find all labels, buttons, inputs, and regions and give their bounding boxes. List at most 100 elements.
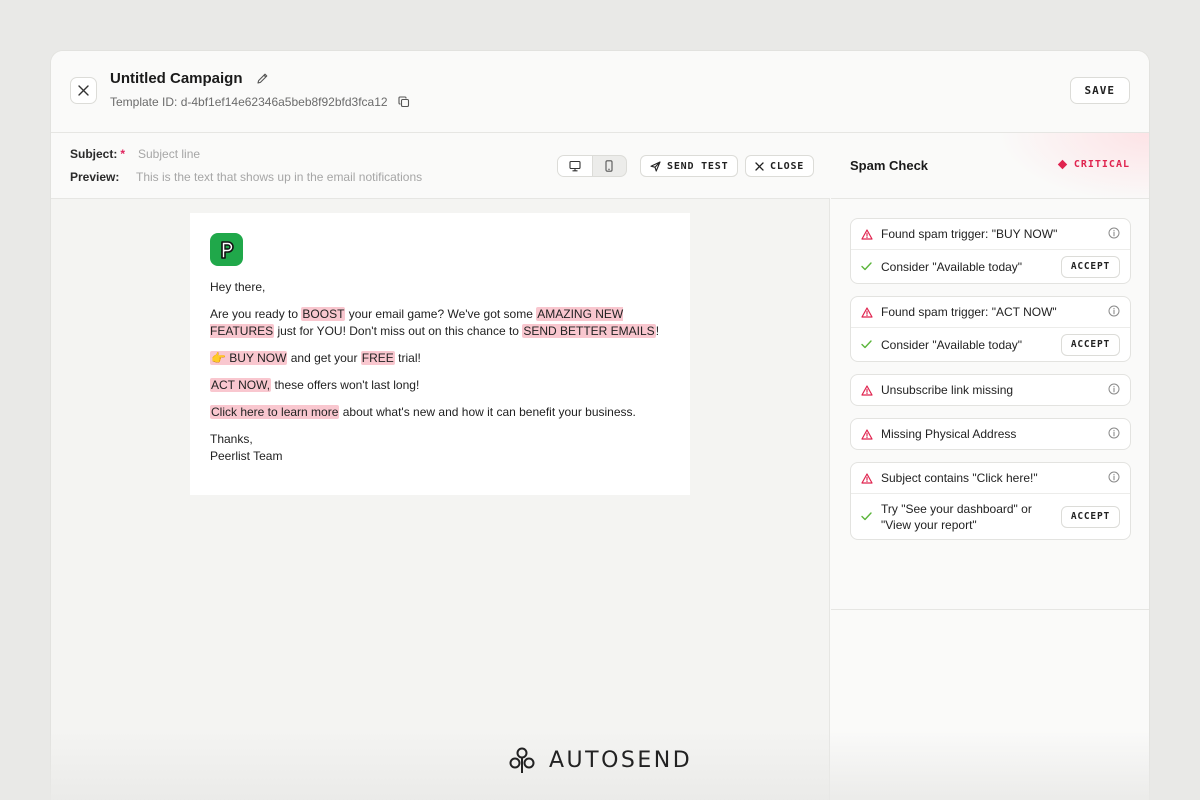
copy-template-id-button[interactable]	[398, 96, 410, 108]
text: about what's new and how it can benefit …	[339, 405, 636, 419]
text: your email game? We've got some	[345, 307, 537, 321]
critical-diamond-icon	[1057, 159, 1068, 170]
device-preview-toggle	[557, 155, 627, 177]
text: Unsubscribe	[881, 383, 948, 397]
email-paragraph-4: Click here to learn more about what's ne…	[210, 404, 670, 421]
campaign-editor-window: Untitled Campaign Template ID: d-4bf1ef1…	[51, 51, 1149, 800]
warning-icon	[861, 384, 873, 396]
checkmark-icon	[861, 340, 872, 349]
text: "View your report"	[881, 517, 977, 532]
issue-text: Found spam trigger: "ACT NOW"	[879, 304, 1108, 320]
text: and get your	[287, 351, 361, 365]
close-icon	[78, 85, 89, 96]
subject-label: Subject: *	[70, 147, 125, 161]
severity-label: CRITICAL	[1073, 159, 1130, 170]
text: Are you ready to	[210, 307, 302, 321]
desktop-view-button[interactable]	[558, 156, 593, 176]
text: Consider	[881, 337, 933, 352]
campaign-title: Untitled Campaign	[110, 70, 243, 87]
spam-issue: Missing Physical Address	[850, 418, 1131, 450]
suggestion-text: Consider "Available today"	[879, 259, 1061, 275]
info-icon	[1108, 427, 1120, 438]
email-editor-pane: Subject: * Subject line Preview: This is …	[51, 133, 830, 800]
save-button[interactable]: SAVE	[1069, 77, 1130, 104]
info-button[interactable]	[1108, 227, 1120, 242]
email-meta-bar: Subject: * Subject line Preview: This is …	[51, 133, 830, 199]
subject-label-text: Subject:	[70, 147, 118, 161]
info-button[interactable]	[1108, 471, 1120, 486]
close-icon	[755, 161, 764, 171]
email-signature: Thanks, Peerlist Team	[210, 431, 670, 465]
spam-highlight: FREE	[360, 351, 395, 365]
close-label: CLOSE	[770, 160, 805, 172]
info-icon	[1108, 227, 1120, 238]
suggestion-text: Consider "Available today"	[879, 337, 1061, 353]
spam-issues-list: Found spam trigger: "BUY NOW" Consider "…	[850, 218, 1131, 552]
preview-input[interactable]: This is the text that shows up in the em…	[136, 170, 422, 184]
checkmark-icon	[861, 512, 872, 521]
issue-text: Found spam trigger: "BUY NOW"	[879, 226, 1108, 242]
issue-text: Missing Physical Address	[881, 427, 1017, 441]
logo-p-icon	[220, 240, 234, 259]
brand-name: AUTOSEND	[549, 747, 693, 773]
text: Consider	[881, 259, 933, 274]
send-test-button[interactable]: SEND TEST	[640, 155, 739, 177]
info-icon	[1108, 383, 1120, 394]
spam-issue: Found spam trigger: "BUY NOW" Consider "…	[850, 218, 1131, 284]
spam-highlight: ACT NOW,	[210, 378, 272, 392]
info-button[interactable]	[1108, 305, 1120, 320]
edit-title-button[interactable]	[256, 72, 269, 90]
suggestion-text: Try "See your dashboard" or "View your r…	[879, 501, 1061, 533]
text: "See your dashboard"	[901, 501, 1018, 516]
severity-badge: CRITICAL	[1057, 159, 1130, 170]
send-test-label: SEND TEST	[667, 160, 729, 172]
spam-check-title: Spam Check	[850, 158, 929, 173]
suggestion-row: Consider "Available today" ACCEPT	[851, 327, 1130, 361]
text: Try	[881, 501, 902, 516]
spam-highlight: BOOST	[301, 307, 346, 321]
warning-icon	[861, 428, 873, 440]
spam-issue: Found spam trigger: "ACT NOW" Consider "…	[850, 296, 1131, 362]
info-icon	[1108, 471, 1120, 482]
copy-icon	[398, 96, 409, 108]
email-body: Hey there, Are you ready to BOOST your e…	[210, 279, 670, 465]
issue-text: Unsubscribe link missing	[879, 382, 1108, 398]
accept-button[interactable]: ACCEPT	[1060, 333, 1120, 356]
text: !	[655, 324, 660, 338]
preview-label: Preview:	[70, 170, 120, 184]
text: "ACT NOW"	[991, 305, 1057, 319]
spam-highlight: SEND BETTER EMAILS	[522, 324, 656, 338]
spam-highlight: Click here to learn more	[210, 405, 340, 419]
panel-divider	[831, 609, 1149, 610]
warning-icon	[861, 472, 873, 484]
info-icon	[1108, 305, 1120, 316]
template-id: Template ID: d-4bf1ef14e62346a5beb8f92bf…	[110, 95, 388, 109]
info-button[interactable]	[1108, 383, 1120, 398]
warning-icon	[861, 228, 873, 240]
issue-row: Found spam trigger: "ACT NOW"	[851, 297, 1130, 327]
close-editor-button[interactable]	[70, 77, 97, 104]
info-button[interactable]	[1108, 427, 1120, 442]
email-preview-card: Hey there, Are you ready to BOOST your e…	[190, 213, 690, 495]
editor-header: Untitled Campaign Template ID: d-4bf1ef1…	[51, 51, 1149, 133]
spam-highlight: 👉 BUY NOW	[210, 351, 288, 365]
accept-button[interactable]: ACCEPT	[1060, 255, 1120, 278]
mobile-view-button[interactable]	[593, 156, 627, 176]
issue-row: Found spam trigger: "BUY NOW"	[851, 219, 1130, 249]
text: Subject contains	[881, 471, 973, 485]
autosend-logo-icon	[509, 747, 535, 773]
spam-issue: Subject contains "Click here!" Try "See …	[850, 462, 1131, 540]
spam-issue: Unsubscribe link missing	[850, 374, 1131, 406]
email-greeting: Hey there,	[210, 280, 266, 294]
accept-button[interactable]: ACCEPT	[1060, 505, 1120, 528]
issue-row: Subject contains "Click here!"	[851, 463, 1130, 493]
subject-input[interactable]: Subject line	[138, 147, 200, 161]
spam-check-header: Spam Check CRITICAL	[831, 133, 1149, 199]
issue-row: Missing Physical Address	[851, 419, 1130, 449]
template-id-row: Template ID: d-4bf1ef14e62346a5beb8f92bf…	[110, 95, 410, 109]
close-preview-button[interactable]: CLOSE	[745, 155, 815, 177]
spam-check-panel: Spam Check CRITICAL Found spam trigger: …	[831, 133, 1149, 800]
checkmark-icon	[861, 262, 872, 271]
peerlist-logo	[210, 233, 243, 266]
autosend-brand: AUTOSEND	[507, 745, 692, 775]
